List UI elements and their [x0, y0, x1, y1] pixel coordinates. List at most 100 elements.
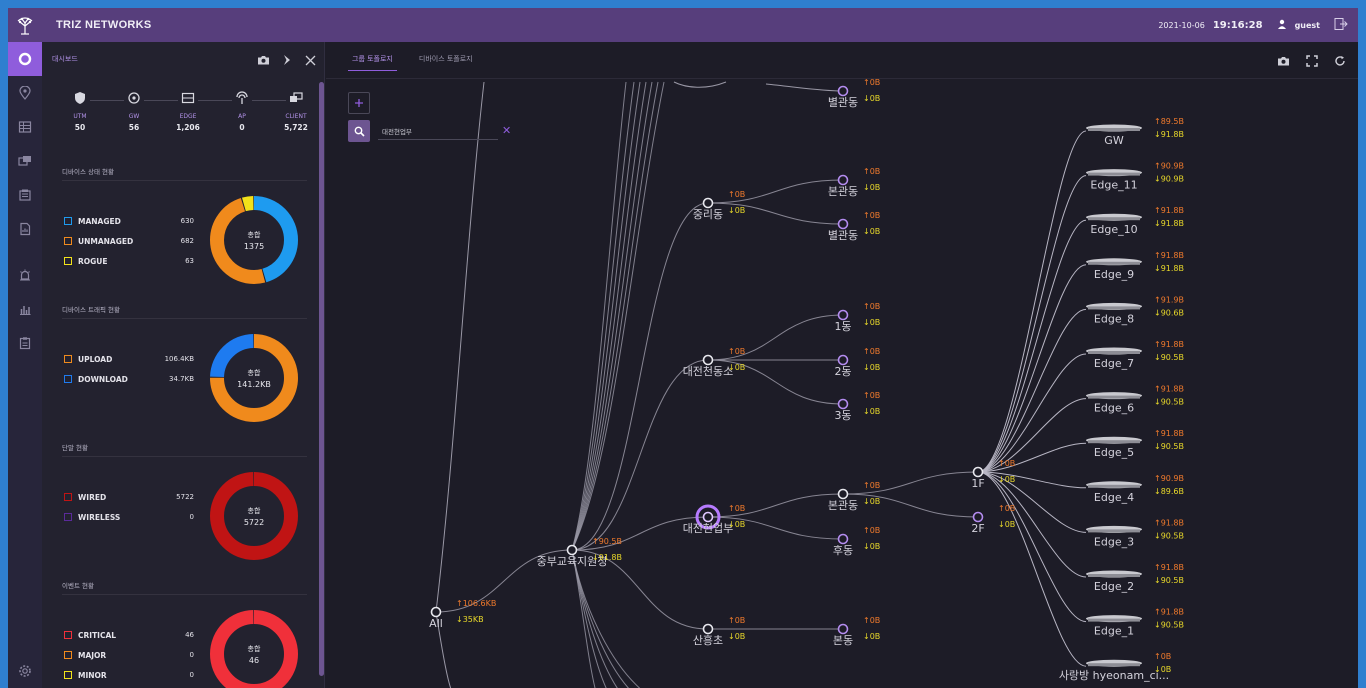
nav-alarm-icon[interactable] [8, 258, 42, 292]
legend-item-download[interactable]: DOWNLOAD 34.7KB [64, 369, 194, 389]
node-label[interactable]: 3동 [834, 409, 851, 422]
legend-item-wireless[interactable]: WIRELESS 0 [64, 507, 194, 527]
nav-settings-icon[interactable] [8, 654, 42, 688]
nav-report-icon[interactable] [8, 178, 42, 212]
device-appliance-body [1088, 128, 1140, 131]
device-label[interactable]: Edge_1 [1094, 625, 1134, 638]
donut-segment[interactable] [210, 472, 298, 560]
legend-value: 63 [185, 257, 194, 265]
nav-table-icon[interactable] [8, 110, 42, 144]
device-label[interactable]: Edge_9 [1094, 268, 1134, 281]
topology-node[interactable] [837, 174, 849, 186]
topology-node[interactable] [837, 218, 849, 230]
topology-node[interactable] [972, 511, 984, 523]
node-label[interactable]: 1동 [834, 320, 851, 333]
donut-center-label: 총합 [248, 230, 261, 239]
device-upload: ↑89.5B [1154, 117, 1184, 126]
nav-devices-icon[interactable] [8, 144, 42, 178]
search-button[interactable] [348, 120, 370, 142]
node-label[interactable]: 1F [971, 477, 984, 490]
legend-item-critical[interactable]: CRITICAL 46 [64, 625, 194, 645]
node-label[interactable]: 본관동 [828, 499, 858, 512]
legend-item-wired[interactable]: WIRED 5722 [64, 487, 194, 507]
legend-label: ROGUE [78, 256, 108, 266]
device-label[interactable]: GW [1104, 134, 1124, 147]
device-label[interactable]: Edge_10 [1090, 223, 1137, 236]
device-download: ↓90.5B [1154, 353, 1184, 362]
device-label[interactable]: Edge_11 [1090, 179, 1137, 192]
topology-node[interactable] [702, 197, 714, 209]
node-label[interactable]: 본동 [833, 634, 853, 647]
nav-stats-icon[interactable] [8, 292, 42, 326]
node-label[interactable]: 후동 [833, 544, 853, 557]
device-type-utm: UTM 50 [60, 90, 100, 132]
legend-item-major[interactable]: MAJOR 0 [64, 645, 194, 665]
panel-scrollbar[interactable] [319, 82, 324, 676]
topology-node[interactable] [837, 488, 849, 500]
legend-item-upload[interactable]: UPLOAD 106.4KB [64, 349, 194, 369]
section-title: 단말 현황 [62, 444, 88, 452]
topology-node[interactable] [837, 533, 849, 545]
topology-link [673, 81, 727, 88]
topology-node[interactable] [837, 309, 849, 321]
chevron-right-icon[interactable] [282, 51, 293, 70]
node-label[interactable]: 본관동 [828, 185, 858, 198]
legend-item-minor[interactable]: MINOR 0 [64, 665, 194, 685]
node-label[interactable]: 대전천동소 [683, 364, 734, 378]
search-input[interactable] [378, 122, 498, 140]
clear-search-icon[interactable]: ✕ [502, 124, 511, 137]
node-upload: ↑0B [728, 347, 745, 356]
topology-node[interactable] [837, 354, 849, 366]
date-text: 2021-10-06 [1158, 20, 1205, 30]
dashboard-panel: 대시보드 UTM 50 GW 56 EDGE 1,206 AP 0 CLIENT 5,722 디바… [42, 42, 325, 688]
node-label[interactable]: 2동 [834, 365, 851, 378]
device-label[interactable]: Edge_6 [1094, 402, 1134, 415]
node-download: ↓0B [863, 94, 880, 103]
node-label[interactable]: 대전현업부 [683, 522, 734, 535]
nav-map-pin-icon[interactable] [8, 76, 42, 110]
legend-value: 0 [189, 671, 194, 679]
logout-icon[interactable] [1334, 17, 1348, 33]
device-upload: ↑91.8B [1154, 251, 1184, 260]
device-label[interactable]: Edge_4 [1094, 491, 1134, 504]
nav-document-chart-icon[interactable] [8, 212, 42, 246]
node-upload: ↑0B [863, 167, 880, 176]
nav-dashboard-icon[interactable] [8, 42, 42, 76]
topology-node[interactable] [837, 85, 849, 97]
node-label[interactable]: All [429, 617, 443, 630]
gateway-icon [128, 92, 140, 104]
node-label[interactable]: 별관동 [828, 96, 858, 109]
device-label[interactable]: 사랑방 hyeonam_ci... [1059, 669, 1169, 682]
legend-item-rogue[interactable]: ROGUE 63 [64, 251, 194, 271]
device-label[interactable]: Edge_8 [1094, 312, 1134, 325]
nav-clipboard-icon[interactable] [8, 326, 42, 360]
node-label[interactable]: 2F [971, 522, 984, 535]
legend-label: UPLOAD [78, 354, 113, 364]
topology-node[interactable] [702, 354, 714, 366]
topology-node[interactable] [430, 606, 442, 618]
app-window: TRIZ NETWORKS 2021-10-06 19:16:28 guest [8, 8, 1358, 688]
node-label[interactable]: 별관동 [828, 229, 858, 242]
topology-node[interactable] [566, 544, 578, 556]
close-icon[interactable] [305, 51, 316, 70]
camera-icon[interactable] [257, 51, 270, 70]
device-label[interactable]: Edge_5 [1094, 446, 1134, 459]
topology-node[interactable] [702, 623, 714, 635]
device-label[interactable]: Edge_3 [1094, 535, 1134, 548]
node-label[interactable]: 중리동 [693, 208, 723, 221]
topology-node[interactable] [837, 623, 849, 635]
legend-value: 682 [180, 237, 194, 245]
section-legend: WIRED 5722 WIRELESS 0 [64, 487, 194, 527]
node-label[interactable]: 산흥초 [693, 633, 723, 647]
device-link [977, 471, 1087, 533]
topology-node[interactable] [837, 398, 849, 410]
device-label[interactable]: Edge_2 [1094, 580, 1134, 593]
topology-node[interactable] [702, 511, 714, 523]
zoom-in-button[interactable] [348, 92, 370, 114]
legend-item-managed[interactable]: MANAGED 630 [64, 211, 194, 231]
device-type-label: EDGE [179, 113, 197, 120]
device-label[interactable]: Edge_7 [1094, 357, 1134, 370]
legend-swatch [64, 671, 72, 679]
topology-node[interactable] [972, 466, 984, 478]
legend-item-unmanaged[interactable]: UNMANAGED 682 [64, 231, 194, 251]
